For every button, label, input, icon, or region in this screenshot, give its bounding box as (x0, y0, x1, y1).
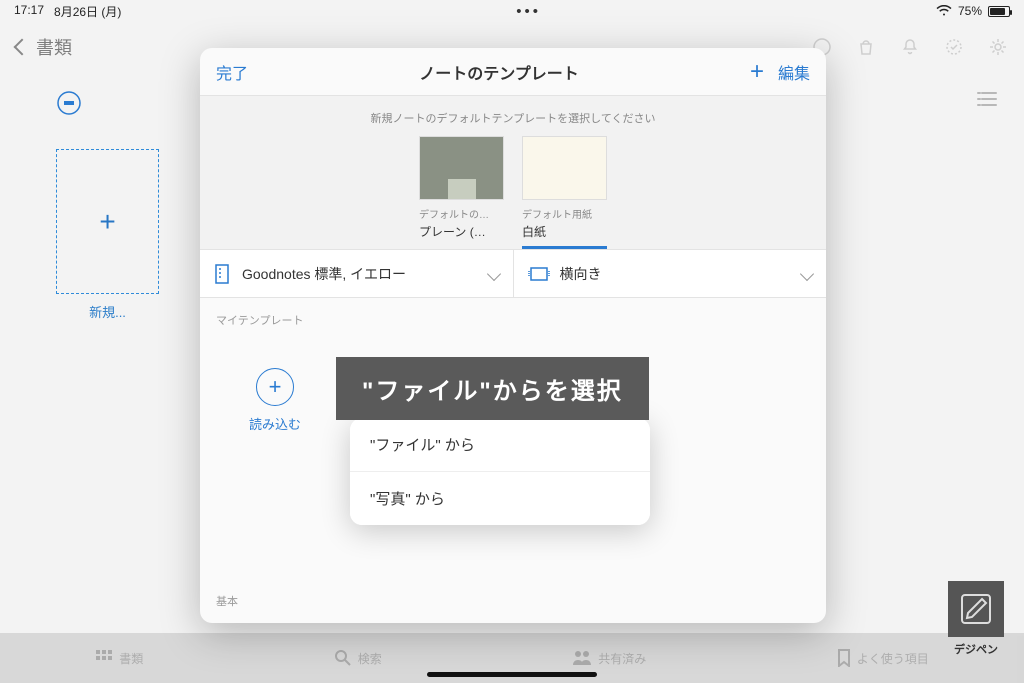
back-label[interactable]: 書類 (36, 34, 72, 60)
annotation-callout: "ファイル"からを選択 (336, 357, 649, 420)
import-button[interactable]: + 読み込む (240, 368, 310, 433)
template-name: 白紙 (522, 223, 607, 240)
circle-plus-icon: + (256, 368, 294, 406)
orientation-icon (528, 265, 550, 283)
tab-label: 共有済み (598, 650, 646, 667)
chevron-down-icon (800, 266, 814, 280)
popover-item-files[interactable]: "ファイル" から (350, 418, 650, 471)
tab-label: 検索 (358, 650, 382, 667)
default-template-area: 新規ノートのデフォルトテンプレートを選択してください デフォルトの… プレーン … (200, 96, 826, 250)
sheet-title: ノートのテンプレート (248, 60, 750, 84)
battery-pct: 75% (958, 4, 982, 18)
dashed-circle-icon[interactable] (944, 37, 964, 57)
new-note-card[interactable]: + 新規... (56, 149, 159, 321)
popover-item-photos[interactable]: "写真" から (350, 471, 650, 525)
grid-icon (95, 649, 113, 667)
add-button[interactable]: + (750, 58, 764, 86)
done-button[interactable]: 完了 (216, 60, 248, 84)
home-indicator-dots: ••• (516, 3, 541, 20)
paper-thumb (522, 136, 607, 200)
bag-icon[interactable] (856, 37, 876, 57)
section-basic: 基本 (216, 593, 238, 609)
bell-icon[interactable] (900, 37, 920, 57)
chevron-down-icon (486, 266, 500, 280)
hint-text: 新規ノートのデフォルトテンプレートを選択してください (200, 110, 826, 126)
list-view-icon[interactable] (976, 90, 998, 108)
template-caption: デフォルト用紙 (522, 206, 607, 221)
template-cover[interactable]: デフォルトの… プレーン (… (419, 136, 504, 249)
gear-icon[interactable] (988, 37, 1008, 57)
tab-favorites[interactable]: よく使う項目 (837, 649, 929, 667)
bookmark-icon (837, 649, 851, 667)
plus-icon: + (99, 206, 115, 238)
back-chevron-icon[interactable] (14, 39, 31, 56)
tab-documents[interactable]: 書類 (95, 649, 143, 667)
paper-style-selector[interactable]: Goodnotes 標準, イエロー (200, 250, 513, 297)
import-popover: "ファイル" から "写真" から (350, 418, 650, 525)
tab-label: よく使う項目 (857, 650, 929, 667)
status-bar: 17:17 8月26日 (月) ••• 75% (0, 0, 1024, 22)
edit-button[interactable]: 編集 (778, 60, 810, 84)
section-my-templates: マイテンプレート (200, 298, 826, 328)
import-label: 読み込む (240, 414, 310, 433)
new-note-label: 新規... (56, 302, 159, 321)
tab-shared[interactable]: 共有済み (572, 649, 646, 667)
shelf-select-icon[interactable] (56, 90, 82, 116)
wifi-icon (936, 5, 952, 17)
paper-icon (214, 264, 232, 284)
watermark-label: デジペン (944, 641, 1008, 657)
selector-value: 横向き (560, 264, 602, 284)
template-caption: デフォルトの… (419, 206, 504, 221)
search-icon (334, 649, 352, 667)
home-indicator (427, 672, 597, 677)
template-paper[interactable]: デフォルト用紙 白紙 (522, 136, 607, 249)
tab-label: 書類 (119, 650, 143, 667)
status-time: 17:17 (14, 3, 44, 20)
people-icon (572, 649, 592, 667)
cover-thumb (419, 136, 504, 200)
watermark: デジペン (944, 581, 1008, 657)
status-date: 8月26日 (月) (54, 3, 121, 20)
template-sheet: 完了 ノートのテンプレート + 編集 新規ノートのデフォルトテンプレートを選択し… (200, 48, 826, 623)
watermark-icon (948, 581, 1004, 637)
orientation-selector[interactable]: 横向き (513, 250, 827, 297)
selector-value: Goodnotes 標準, イエロー (242, 264, 406, 284)
battery-icon (988, 6, 1010, 17)
template-name: プレーン (… (419, 223, 504, 240)
tab-search[interactable]: 検索 (334, 649, 382, 667)
